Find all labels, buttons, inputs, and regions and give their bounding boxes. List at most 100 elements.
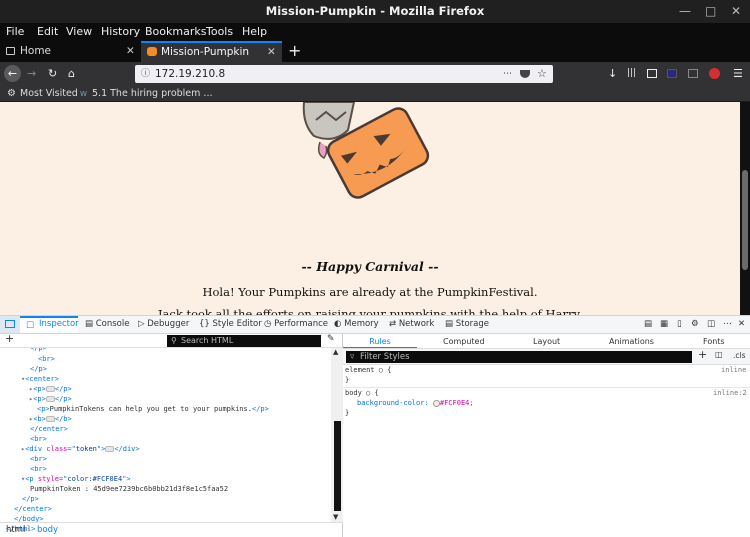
eyedropper-icon[interactable]: ✎	[327, 334, 335, 344]
screenshot-icon[interactable]	[688, 69, 698, 78]
close-tab-icon[interactable]: ✕	[126, 41, 135, 62]
markup-scrollbar[interactable]: ▲ ▼	[331, 348, 343, 522]
hamburger-menu-icon[interactable]: ☰	[733, 65, 743, 82]
home-icon[interactable]: ⌂	[68, 65, 75, 82]
settings-gear-icon[interactable]: ⚙	[691, 316, 699, 333]
rule-declaration[interactable]: background-color: #FCF0E4;	[357, 399, 474, 407]
tree-center-close[interactable]: </center>	[30, 424, 68, 434]
tree-p-collapsed[interactable]: ▸<p> </p>	[29, 394, 72, 404]
tree-br[interactable]: <br>	[30, 464, 47, 474]
pumpkin-favicon-icon	[147, 47, 157, 56]
tree-p-close[interactable]: </p>	[30, 364, 47, 374]
breadcrumb: html › body	[0, 522, 343, 537]
split-console-icon[interactable]: ▤	[644, 316, 652, 333]
rule-source[interactable]: inline:2	[713, 389, 747, 397]
tree-pumpkin-token-text[interactable]: PumpkinToken : 45d9ee7239bc6b0bb21d3f8e1…	[30, 484, 228, 494]
tab-rules[interactable]: Rules	[343, 334, 417, 348]
gauge-icon: ◷	[264, 319, 272, 329]
color-swatch[interactable]	[432, 399, 440, 407]
tree-br[interactable]: <br>	[38, 354, 55, 364]
more-menu-icon[interactable]: ⋯	[723, 316, 732, 333]
scrollbar-thumb[interactable]	[742, 170, 748, 270]
filter-styles-input[interactable]: ▿ Filter Styles	[346, 351, 692, 363]
scroll-up-icon[interactable]: ▲	[333, 348, 338, 356]
tree-center-close[interactable]: </center>	[14, 504, 52, 514]
pocket-icon[interactable]	[520, 70, 530, 78]
minimize-icon[interactable]: —	[679, 0, 691, 23]
tree-p-close[interactable]: </p>	[30, 348, 47, 353]
more-actions-icon[interactable]: ⋯	[503, 65, 512, 83]
info-icon[interactable]: ⓘ	[141, 65, 150, 83]
tab-home[interactable]: Home ✕	[0, 41, 140, 62]
devtools-toolbar: □ Inspector ▤ Console ▷ Debugger {} Styl…	[0, 315, 750, 334]
filter-bar: ▿ Filter Styles + ◫ .cls	[343, 348, 750, 365]
menu-bookmarks[interactable]: Bookmarks	[145, 23, 206, 41]
breadcrumb-body[interactable]: body	[37, 523, 58, 537]
element-picker-icon[interactable]	[0, 316, 20, 333]
tab-mission-pumpkin[interactable]: Mission-Pumpkin ✕	[141, 41, 282, 62]
menu-tools[interactable]: Tools	[206, 23, 233, 41]
close-devtools-icon[interactable]: ✕	[738, 316, 745, 333]
tab-debugger[interactable]: ▷ Debugger	[138, 316, 189, 333]
extension-icon[interactable]	[667, 69, 677, 78]
menu-edit[interactable]: Edit	[37, 23, 58, 41]
addon-icon[interactable]	[709, 68, 720, 79]
tree-p-pumpkintokens[interactable]: <p>PumpkinTokens can help you get to you…	[37, 404, 269, 414]
bookmark-star-icon[interactable]: ☆	[537, 65, 547, 83]
maximize-icon[interactable]: □	[705, 0, 716, 23]
tab-fonts[interactable]: Fonts	[703, 334, 725, 349]
close-tab-icon[interactable]: ✕	[267, 43, 276, 61]
tree-center[interactable]: ▾<center>	[21, 374, 59, 384]
tab-computed[interactable]: Computed	[443, 334, 485, 349]
tab-storage[interactable]: ▤ Storage	[445, 316, 489, 333]
bookmark-most-visited[interactable]: Most Visited	[20, 86, 78, 102]
reload-icon[interactable]: ↻	[48, 65, 57, 82]
sidebar-icon[interactable]	[647, 69, 657, 78]
frames-icon[interactable]: ▦	[660, 316, 668, 333]
tab-memory[interactable]: ◐ Memory	[334, 316, 379, 333]
search-html-input[interactable]: ⚲ Search HTML	[167, 335, 321, 347]
tab-style-editor[interactable]: {} Style Editor	[199, 316, 262, 333]
markup-tree[interactable]: </p> <br> </p> ▾<center> ▸<p> </p> ▸<p> </…	[0, 348, 331, 537]
menu-file[interactable]: File	[6, 23, 24, 41]
page-scrollbar[interactable]	[740, 102, 750, 315]
tab-animations[interactable]: Animations	[609, 334, 654, 349]
rule-source[interactable]: inline	[721, 366, 746, 374]
back-icon[interactable]: ←	[4, 65, 21, 82]
add-rule-icon[interactable]: +	[698, 348, 707, 361]
tree-p-styled[interactable]: ▾<p style="color:#FCF0E4">	[21, 474, 131, 484]
tab-layout[interactable]: Layout	[533, 334, 560, 349]
dock-side-icon[interactable]: ◫	[707, 316, 715, 333]
forward-icon[interactable]: →	[27, 65, 36, 82]
tab-console[interactable]: ▤ Console	[85, 316, 129, 333]
tab-network[interactable]: ⇄ Network	[389, 316, 434, 333]
tab-inspector[interactable]: □ Inspector	[20, 316, 79, 333]
scroll-down-icon[interactable]: ▼	[333, 513, 338, 521]
new-tab-icon[interactable]: +	[288, 41, 301, 60]
url-text[interactable]: 172.19.210.8	[155, 65, 225, 83]
toggle-pseudo-classes-icon[interactable]: ◫	[715, 350, 723, 359]
filter-icon: ▿	[350, 352, 355, 362]
tree-br[interactable]: <br>	[30, 434, 47, 444]
tree-p-collapsed[interactable]: ▸<p> </p>	[29, 384, 72, 394]
tree-br[interactable]: <br>	[30, 454, 47, 464]
menu-help[interactable]: Help	[242, 23, 267, 41]
search-html-placeholder: Search HTML	[181, 336, 234, 345]
close-window-icon[interactable]: ✕	[731, 0, 741, 23]
tab-performance[interactable]: ◷ Performance	[264, 316, 328, 333]
responsive-mode-icon[interactable]: ▯	[677, 316, 682, 333]
markup-scrollbar-thumb[interactable]	[334, 421, 341, 511]
cls-button[interactable]: .cls	[733, 351, 746, 360]
url-bar[interactable]: ⓘ 172.19.210.8 ⋯ ☆	[135, 65, 553, 83]
menu-view[interactable]: View	[66, 23, 92, 41]
library-icon[interactable]: |||	[627, 65, 636, 82]
bookmark-hiring-problem[interactable]: 5.1 The hiring problem ...	[92, 86, 212, 102]
add-node-icon[interactable]: +	[5, 332, 14, 345]
tree-b-collapsed[interactable]: ▸<b> </b>	[29, 414, 72, 424]
tree-p-close[interactable]: </p>	[22, 494, 39, 504]
tree-div-token[interactable]: ▸<div class="token"> </div>	[21, 444, 140, 454]
breadcrumb-html[interactable]: html	[6, 523, 25, 537]
markup-view: + ⚲ Search HTML ✎ </p> <br> </p> ▾<cente…	[0, 332, 343, 537]
downloads-icon[interactable]: ↓	[608, 65, 617, 82]
menu-history[interactable]: History	[101, 23, 140, 41]
